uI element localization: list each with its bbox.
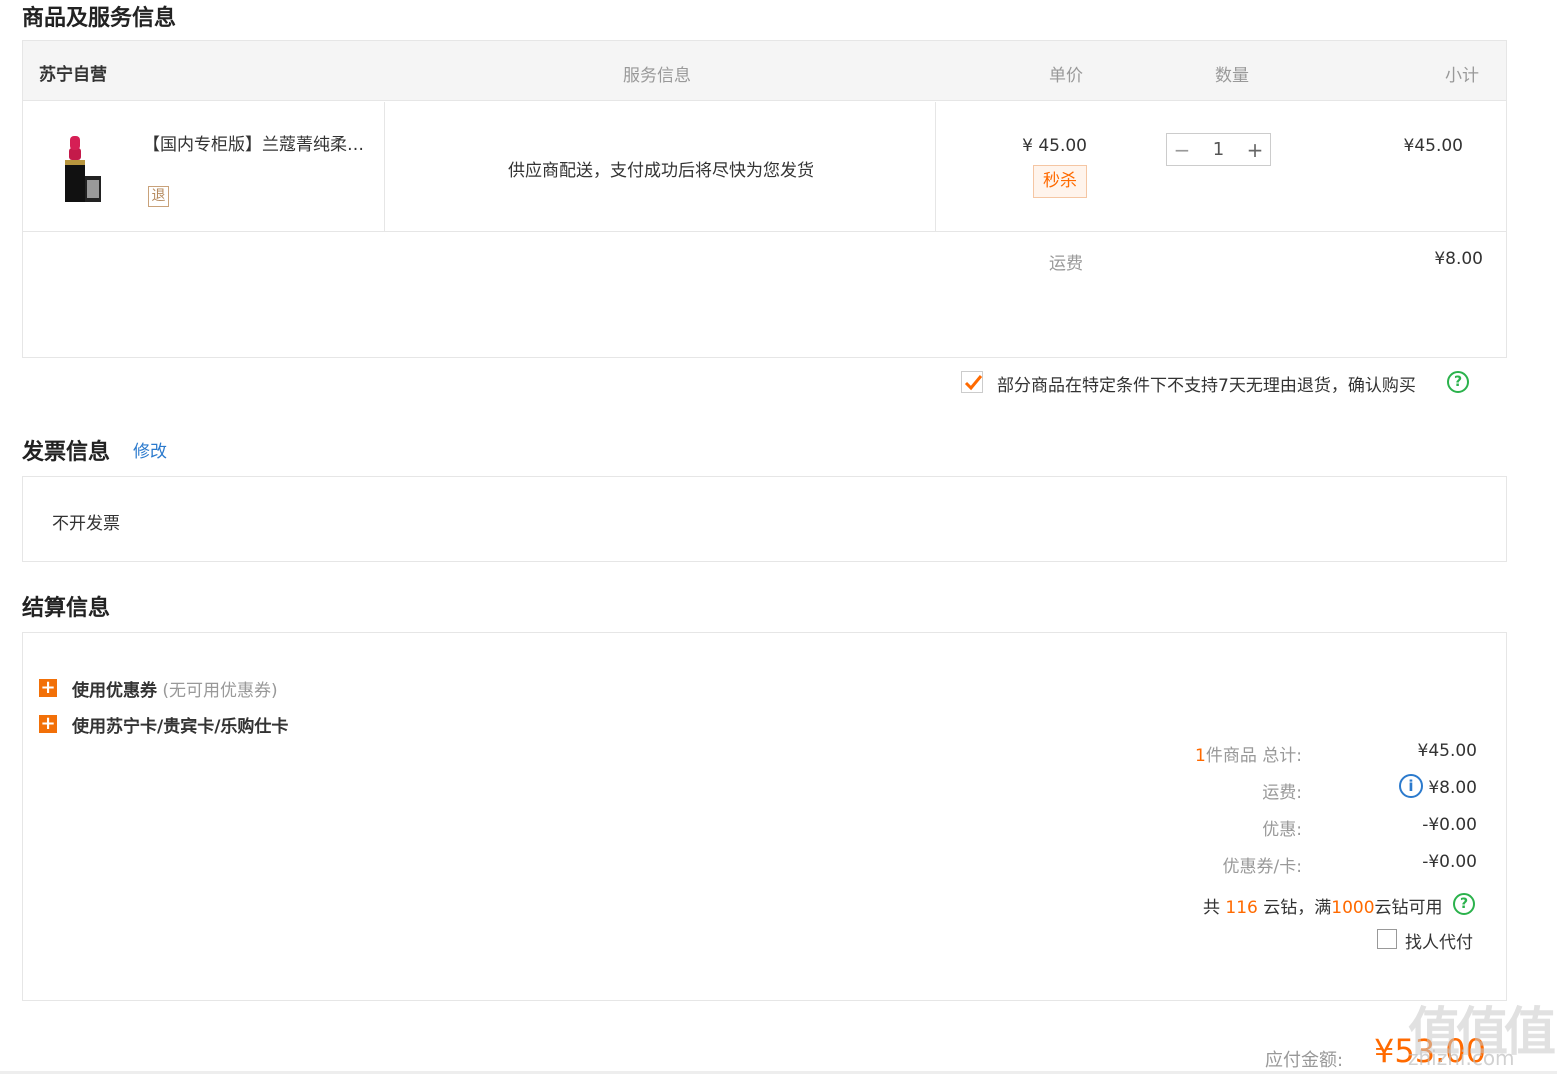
header-subtotal: 小计 <box>1445 66 1479 86</box>
check-icon <box>964 375 983 391</box>
coupon-row[interactable]: 使用优惠券 (无可用优惠券) <box>72 676 278 701</box>
diamonds-suffix: 云钻可用 <box>1374 898 1443 918</box>
count-text: 件商品 总计: <box>1205 746 1302 766</box>
settle-freight-label: 运费: <box>1262 783 1302 803</box>
qty-plus-button[interactable]: + <box>1240 138 1270 162</box>
goods-table: 苏宁自营 服务信息 单价 数量 小计 【国内专柜版】兰蔻菁纯柔… 退 供应商配送… <box>22 40 1507 358</box>
watermark-text: zhizhi.com <box>1408 1046 1515 1070</box>
return-notice-text: 部分商品在特定条件下不支持7天无理由退货，确认购买 <box>997 376 1416 396</box>
item-subtotal: ¥45.00 <box>1403 136 1463 156</box>
coupon-note: (无可用优惠券) <box>162 681 278 701</box>
diamonds-prefix: 共 <box>1203 898 1220 918</box>
invoice-edit-link[interactable]: 修改 <box>133 437 167 462</box>
unit-price: ¥ 45.00 <box>1022 136 1087 156</box>
flash-sale-tag: 秒杀 <box>1033 165 1087 198</box>
coupon-expand-icon[interactable]: + <box>39 679 57 697</box>
settlement-box: + 使用优惠券 (无可用优惠券) + 使用苏宁卡/贵宾卡/乐购仕卡 1件商品 总… <box>22 632 1507 1001</box>
item-count: 1 <box>1195 746 1206 766</box>
product-image[interactable] <box>59 128 109 208</box>
freight-value: ¥8.00 <box>1434 249 1483 269</box>
coupon-label: 使用优惠券 <box>72 681 157 701</box>
invoice-section-title: 发票信息 <box>22 440 111 465</box>
proxy-pay-label[interactable]: 找人代付 <box>1405 928 1473 953</box>
return-badge: 退 <box>148 186 169 207</box>
store-name: 苏宁自营 <box>39 65 107 85</box>
header-unit-price: 单价 <box>1049 66 1083 86</box>
total-value: ¥45.00 <box>1417 741 1477 761</box>
coupon-card-value: -¥0.00 <box>1422 852 1477 872</box>
coupon-card-label: 优惠券/卡: <box>1222 857 1302 877</box>
qty-value[interactable]: 1 <box>1199 139 1239 160</box>
proxy-pay-checkbox[interactable] <box>1377 929 1397 949</box>
help-icon[interactable]: ? <box>1447 371 1469 393</box>
quantity-stepper: − 1 + <box>1166 133 1271 166</box>
goods-section-title: 商品及服务信息 <box>22 6 177 31</box>
discount-value: -¥0.00 <box>1422 815 1477 835</box>
goods-item-row: 【国内专柜版】兰蔻菁纯柔… 退 供应商配送，支付成功后将尽快为您发货 ¥ 45.… <box>23 102 1506 232</box>
settlement-section-title: 结算信息 <box>22 596 111 621</box>
diamonds-threshold: 1000 <box>1331 898 1375 918</box>
qty-minus-button[interactable]: − <box>1167 138 1197 162</box>
diamonds-info: 共 116 云钻，满1000云钻可用 <box>1203 893 1443 918</box>
service-cell: 供应商配送，支付成功后将尽快为您发货 <box>386 102 936 231</box>
return-notice-checkbox[interactable] <box>961 371 983 393</box>
goods-item-cell: 【国内专柜版】兰蔻菁纯柔… 退 <box>23 102 385 231</box>
goods-table-header: 苏宁自营 服务信息 单价 数量 小计 <box>23 41 1506 101</box>
service-text: 供应商配送，支付成功后将尽快为您发货 <box>508 161 814 181</box>
invoice-value: 不开发票 <box>52 514 120 534</box>
total-label: 1件商品 总计: <box>1102 741 1302 766</box>
card-expand-icon[interactable]: + <box>39 715 57 733</box>
diamonds-mid: 云钻，满 <box>1263 898 1332 918</box>
invoice-box: 不开发票 <box>22 476 1507 562</box>
diamonds-help-icon[interactable]: ? <box>1453 893 1475 915</box>
product-name[interactable]: 【国内专柜版】兰蔻菁纯柔… <box>143 130 383 155</box>
header-service: 服务信息 <box>623 66 691 86</box>
freight-label: 运费 <box>1049 254 1083 274</box>
card-label[interactable]: 使用苏宁卡/贵宾卡/乐购仕卡 <box>72 712 288 737</box>
discount-label: 优惠: <box>1262 820 1302 840</box>
settle-freight-value: ¥8.00 <box>1428 778 1477 798</box>
header-quantity: 数量 <box>1215 66 1249 86</box>
payable-label: 应付金额: <box>1265 1050 1344 1071</box>
diamonds-count: 116 <box>1225 898 1258 918</box>
